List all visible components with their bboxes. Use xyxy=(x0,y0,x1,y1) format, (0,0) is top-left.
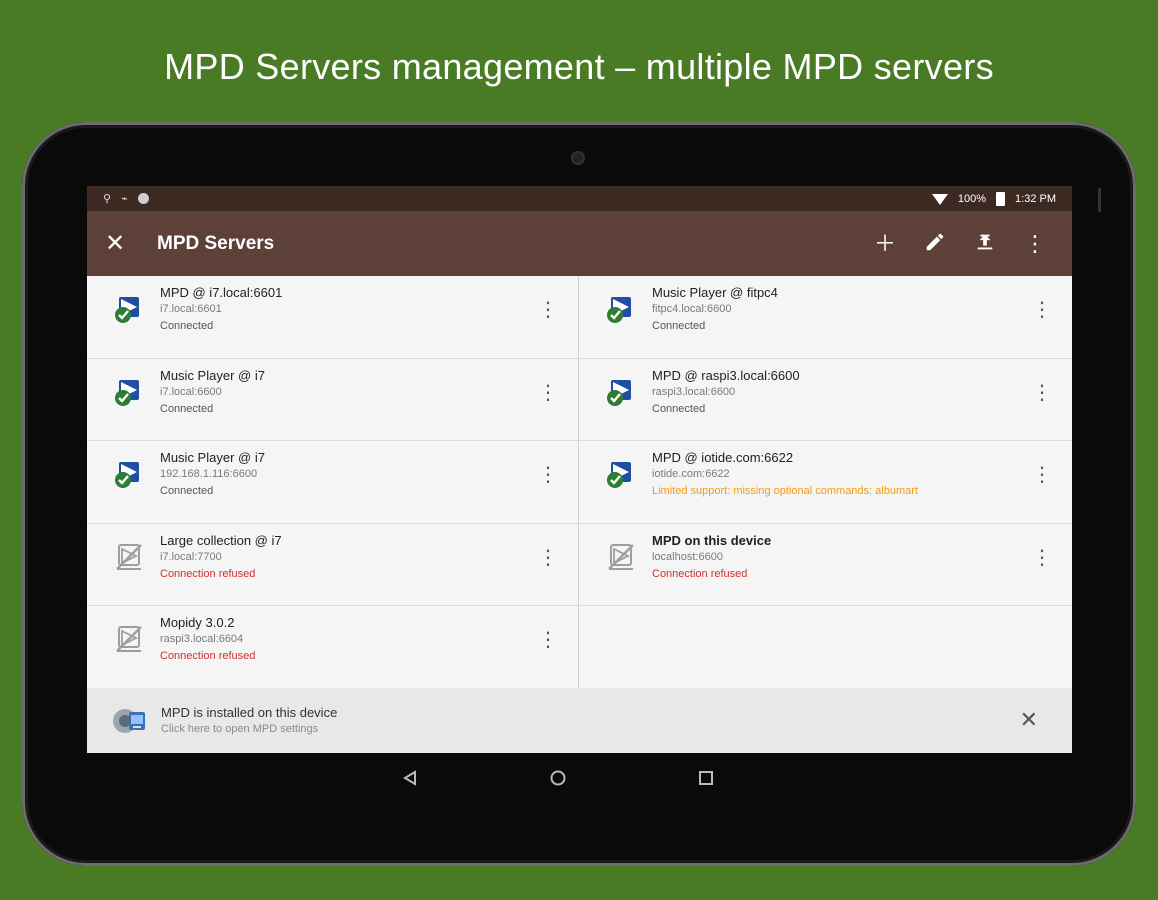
upload-icon[interactable] xyxy=(974,231,996,257)
server-status-icon xyxy=(113,449,145,495)
server-overflow-icon[interactable]: ⋮ xyxy=(538,298,558,322)
server-overflow-icon[interactable]: ⋮ xyxy=(1032,298,1052,322)
server-overflow-icon[interactable]: ⋮ xyxy=(538,546,558,570)
server-item[interactable]: MPD @ raspi3.local:6600 raspi3.local:660… xyxy=(579,358,1072,441)
server-status-icon xyxy=(605,284,637,330)
battery-percent: 100% xyxy=(957,192,987,205)
server-item[interactable]: Music Player @ i7 i7.local:6600 Connecte… xyxy=(87,358,579,441)
server-status-icon xyxy=(605,449,637,495)
server-overflow-icon[interactable]: ⋮ xyxy=(538,463,558,487)
server-name: Music Player @ i7 xyxy=(160,450,265,465)
server-status: Connected xyxy=(160,320,214,332)
page-title: MPD Servers xyxy=(157,232,275,254)
server-item[interactable]: Large collection @ i7 i7.local:7700 Conn… xyxy=(87,523,579,606)
server-status: Connection refused xyxy=(160,650,256,662)
server-overflow-icon[interactable]: ⋮ xyxy=(1032,463,1052,487)
empty-cell xyxy=(579,606,1072,689)
server-name: Music Player @ fitpc4 xyxy=(652,285,778,300)
server-item[interactable]: Music Player @ fitpc4 fitpc4.local:6600 … xyxy=(579,276,1072,359)
server-address: i7.local:6601 xyxy=(160,303,222,315)
recents-icon[interactable] xyxy=(697,769,715,787)
server-item[interactable]: MPD @ i7.local:6601 i7.local:6601 Connec… xyxy=(87,276,579,359)
server-name: Music Player @ i7 xyxy=(160,367,265,383)
close-icon[interactable]: ✕ xyxy=(105,229,143,258)
server-address: iotide.com:6622 xyxy=(652,468,730,480)
disconnected-server-icon xyxy=(116,626,142,652)
server-overflow-icon[interactable]: ⋮ xyxy=(538,628,558,652)
clock: 1:32 PM xyxy=(1015,192,1056,205)
circle-icon xyxy=(137,193,149,204)
navigation-bar xyxy=(65,753,1050,803)
server-name: MPD @ iotide.com:6622 xyxy=(652,450,794,465)
connected-server-icon xyxy=(115,379,139,406)
tablet-frame: ⚲ ⌁ 100% 1:32 PM ✕ MPD Servers ＋ ⋮ MPD @… xyxy=(22,122,1136,866)
server-item[interactable]: Mopidy 3.0.2 raspi3.local:6604 Connectio… xyxy=(87,606,579,689)
server-address: fitpc4.local:6600 xyxy=(652,303,732,315)
server-status-icon xyxy=(113,614,145,660)
server-address: raspi3.local:6600 xyxy=(652,385,736,398)
server-grid: MPD @ i7.local:6601 i7.local:6601 Connec… xyxy=(87,276,1072,689)
server-item[interactable]: Music Player @ i7 192.168.1.116:6600 Con… xyxy=(87,441,579,524)
front-camera xyxy=(571,151,585,165)
app-bar: ✕ MPD Servers ＋ ⋮ xyxy=(87,211,1072,276)
overflow-icon[interactable]: ⋮ xyxy=(1024,232,1046,255)
disconnected-server-icon xyxy=(116,543,142,570)
status-bar: ⚲ ⌁ 100% 1:32 PM xyxy=(87,186,1072,211)
edit-icon[interactable] xyxy=(924,231,946,257)
server-name: MPD @ i7.local:6601 xyxy=(160,285,283,300)
home-icon[interactable] xyxy=(549,769,567,787)
server-status: Connection refused xyxy=(652,567,748,580)
disconnected-server-icon xyxy=(608,543,634,570)
mpd-device-icon xyxy=(113,708,145,733)
wifi-icon xyxy=(931,194,948,205)
banner-subtitle: Click here to open MPD settings xyxy=(161,722,319,735)
server-status: Limited support: missing optional comman… xyxy=(652,485,918,497)
connected-server-icon xyxy=(115,297,139,323)
server-item[interactable]: MPD on this device localhost:6600 Connec… xyxy=(579,523,1072,606)
server-name: Large collection @ i7 xyxy=(160,532,282,548)
connected-server-icon xyxy=(607,297,631,323)
connected-server-icon xyxy=(607,462,631,488)
connected-server-icon xyxy=(607,379,631,406)
server-status: Connected xyxy=(160,485,214,497)
server-status: Connected xyxy=(652,402,706,415)
promo-title: MPD Servers management – multiple MPD se… xyxy=(164,46,994,87)
add-icon[interactable]: ＋ xyxy=(874,232,896,255)
connected-server-icon xyxy=(115,462,139,488)
server-name: Mopidy 3.0.2 xyxy=(160,615,235,630)
server-address: i7.local:7700 xyxy=(160,550,222,563)
server-status-icon xyxy=(113,532,145,578)
server-address: localhost:6600 xyxy=(652,550,723,563)
server-status-icon xyxy=(113,367,145,413)
server-status: Connection refused xyxy=(160,567,256,580)
server-item[interactable]: MPD @ iotide.com:6622 iotide.com:6622 Li… xyxy=(579,441,1072,524)
server-status-icon xyxy=(113,284,145,330)
banner-title: MPD is installed on this device xyxy=(161,704,338,720)
server-status: Connected xyxy=(160,402,214,415)
server-status-icon xyxy=(605,532,637,578)
mpd-installed-banner[interactable]: MPD is installed on this device Click he… xyxy=(87,688,1072,753)
battery-icon xyxy=(996,191,1006,206)
server-status: Connected xyxy=(652,320,706,332)
back-icon[interactable] xyxy=(401,769,419,787)
server-overflow-icon[interactable]: ⋮ xyxy=(1032,546,1052,570)
server-name: MPD on this device xyxy=(652,532,772,548)
usb-icon: ⚲ xyxy=(103,193,112,205)
server-overflow-icon[interactable]: ⋮ xyxy=(538,381,558,405)
vibrate-icon: ⌁ xyxy=(121,193,128,205)
server-address: i7.local:6600 xyxy=(160,385,222,398)
server-address: 192.168.1.116:6600 xyxy=(160,468,258,480)
server-name: MPD @ raspi3.local:6600 xyxy=(652,367,800,383)
server-overflow-icon[interactable]: ⋮ xyxy=(1032,381,1052,405)
server-status-icon xyxy=(605,367,637,413)
dismiss-banner-icon[interactable]: ✕ xyxy=(1020,707,1038,733)
device-screen: ⚲ ⌁ 100% 1:32 PM ✕ MPD Servers ＋ ⋮ MPD @… xyxy=(87,186,1072,753)
server-address: raspi3.local:6604 xyxy=(160,633,244,645)
side-button xyxy=(1098,188,1101,212)
